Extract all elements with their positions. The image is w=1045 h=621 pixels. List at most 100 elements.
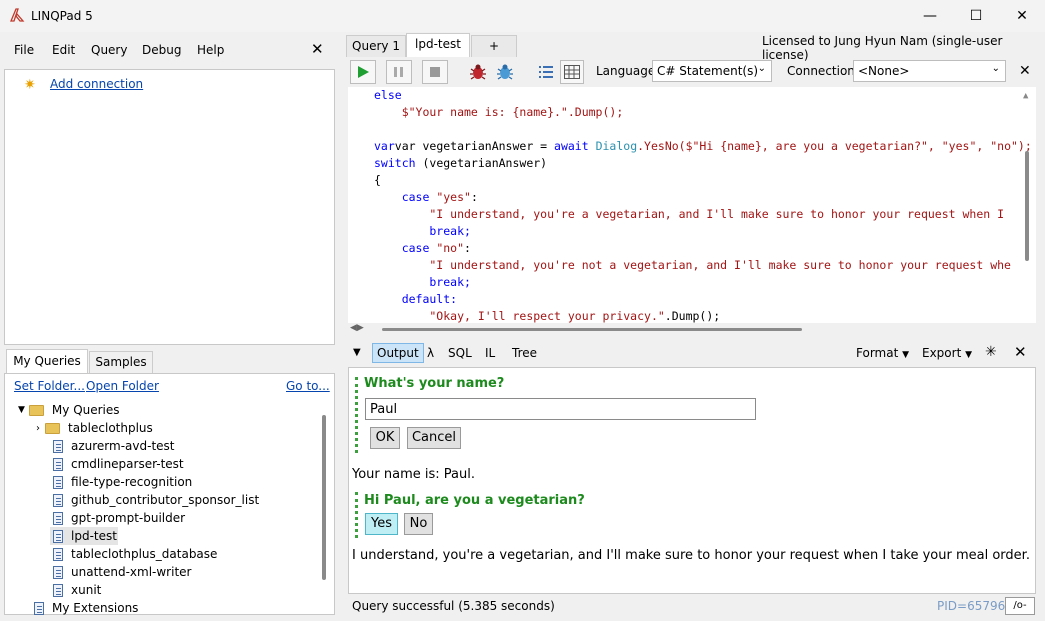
code-line: varvar vegetarianAnswer = await Dialog.Y…	[374, 139, 1032, 153]
connections-panel	[4, 69, 335, 345]
close-output-icon[interactable]: ✕	[1014, 343, 1027, 361]
prompt-border	[355, 492, 358, 538]
tree-item-selected[interactable]: lpd-test	[50, 527, 118, 545]
menu-edit[interactable]: Edit	[52, 43, 75, 57]
pid-text: PID=65796	[937, 599, 1006, 613]
scroll-up-icon[interactable]: ▲	[1023, 91, 1028, 101]
tree-folder-my-queries[interactable]: ▼ My Queries	[18, 401, 120, 419]
query-file-icon	[53, 475, 63, 489]
collapse-icon[interactable]: ▼	[353, 347, 361, 358]
tree-label: cmdlineparser-test	[71, 457, 184, 471]
chevron-down-icon: ⌄	[757, 63, 766, 74]
tree-label: gpt-prompt-builder	[71, 511, 186, 525]
tab-tree[interactable]: Tree	[512, 346, 537, 360]
query-file-icon	[53, 457, 63, 471]
menu-query[interactable]: Query	[91, 43, 127, 57]
debug-bug-blue-icon[interactable]	[495, 62, 517, 82]
tab-query-1[interactable]: Query 1	[346, 35, 406, 57]
language-select[interactable]: C# Statement(s) ⌄	[652, 60, 772, 82]
name-input[interactable]	[365, 398, 756, 420]
sparkle-icon: ✷	[24, 77, 36, 93]
menu-debug[interactable]: Debug	[142, 43, 181, 57]
status-bar: Query successful (5.385 seconds) PID=657…	[345, 596, 1041, 618]
title-bar	[0, 0, 1045, 32]
status-toggle-button[interactable]: /o-	[1005, 597, 1035, 615]
prompt-border	[355, 377, 358, 453]
spinner-icon[interactable]: ✳	[985, 344, 997, 360]
editor-horizontal-scrollbar[interactable]: ◀▶	[348, 323, 1036, 337]
tab-my-queries[interactable]: My Queries	[6, 349, 88, 373]
code-line: {	[374, 173, 381, 187]
folder-icon	[45, 422, 60, 434]
close-panel-icon[interactable]: ✕	[311, 40, 324, 58]
cancel-button[interactable]: Cancel	[407, 427, 461, 449]
tree-item[interactable]: github_contributor_sponsor_list	[53, 491, 259, 509]
menu-file[interactable]: File	[14, 43, 34, 57]
tab-sql[interactable]: SQL	[448, 346, 472, 360]
query-file-icon	[53, 511, 63, 525]
tree-item[interactable]: azurerm-avd-test	[53, 437, 175, 455]
new-tab-button[interactable]: +	[471, 35, 517, 57]
grid-results-icon[interactable]	[560, 60, 584, 84]
stop-button[interactable]	[422, 60, 448, 84]
tree-item[interactable]: unattend-xml-writer	[53, 563, 191, 581]
export-menu[interactable]: Export ▼	[922, 346, 972, 360]
tree-label: lpd-test	[71, 529, 117, 543]
tree-label: My Queries	[51, 403, 120, 417]
tree-item[interactable]: My Extensions	[34, 599, 138, 617]
format-menu[interactable]: Format ▼	[856, 346, 909, 360]
tree-scrollbar[interactable]	[322, 415, 326, 580]
tree-folder-tableclothplus[interactable]: › tableclothplus	[36, 419, 153, 437]
run-button[interactable]	[350, 60, 376, 84]
yes-button[interactable]: Yes	[365, 513, 398, 535]
tab-output[interactable]: Output	[372, 343, 424, 363]
folder-open-icon	[28, 404, 44, 416]
linqpad-logo-icon	[10, 8, 25, 22]
code-line: break;	[374, 224, 471, 238]
chevron-right-icon: ›	[36, 422, 40, 434]
tree-item[interactable]: cmdlineparser-test	[53, 455, 184, 473]
code-line: case "yes":	[374, 190, 478, 204]
close-window-button[interactable]: ✕	[999, 0, 1045, 32]
go-to-link[interactable]: Go to...	[286, 379, 330, 393]
tab-lambda[interactable]: λ	[427, 346, 434, 360]
language-value: C# Statement(s)	[657, 64, 759, 78]
no-button[interactable]: No	[404, 513, 433, 535]
tree-label: azurerm-avd-test	[71, 439, 175, 453]
tree-label: xunit	[71, 583, 102, 597]
code-line: switch (vegetarianAnswer)	[374, 156, 548, 170]
tree-label: file-type-recognition	[71, 475, 193, 489]
connection-value: <None>	[858, 64, 910, 78]
tree-item[interactable]: file-type-recognition	[53, 473, 192, 491]
tree-item[interactable]: xunit	[53, 581, 101, 599]
tab-il[interactable]: IL	[485, 346, 495, 360]
tab-samples[interactable]: Samples	[89, 351, 153, 373]
chevron-down-icon: ▼	[902, 350, 910, 360]
pause-button[interactable]	[386, 60, 412, 84]
horizontal-scroll-thumb[interactable]	[382, 328, 802, 331]
tree-label: My Extensions	[52, 601, 139, 615]
code-editor[interactable]: else $"Your name is: {name}.".Dump(); va…	[348, 87, 1036, 323]
maximize-button[interactable]: ☐	[953, 0, 999, 32]
query-file-icon	[53, 565, 63, 579]
connection-select[interactable]: <None> ⌄	[853, 60, 1006, 82]
close-query-icon[interactable]: ✕	[1019, 63, 1031, 79]
add-connection-link[interactable]: Add connection	[50, 77, 143, 91]
set-folder-link[interactable]: Set Folder...	[14, 379, 85, 393]
tree-item[interactable]: tableclothplus_database	[53, 545, 217, 563]
tree-item[interactable]: gpt-prompt-builder	[53, 509, 185, 527]
language-label: Language	[596, 64, 656, 78]
scroll-left-icon[interactable]: ◀▶	[350, 323, 364, 333]
ok-button[interactable]: OK	[370, 427, 400, 449]
license-text: Licensed to Jung Hyun Nam (single-user l…	[762, 34, 1003, 62]
text-results-icon[interactable]	[536, 62, 556, 82]
editor-vertical-scrollbar[interactable]	[1025, 151, 1029, 261]
tab-lpd-test[interactable]: lpd-test	[406, 33, 470, 57]
chevron-down-icon: ▼	[18, 405, 25, 415]
code-line: else	[374, 88, 402, 102]
menu-help[interactable]: Help	[197, 43, 224, 57]
open-folder-link[interactable]: Open Folder	[86, 379, 159, 393]
question-vegetarian: Hi Paul, are you a vegetarian?	[364, 493, 585, 508]
debug-bug-red-icon[interactable]	[468, 62, 490, 82]
minimize-button[interactable]: —	[907, 0, 953, 32]
